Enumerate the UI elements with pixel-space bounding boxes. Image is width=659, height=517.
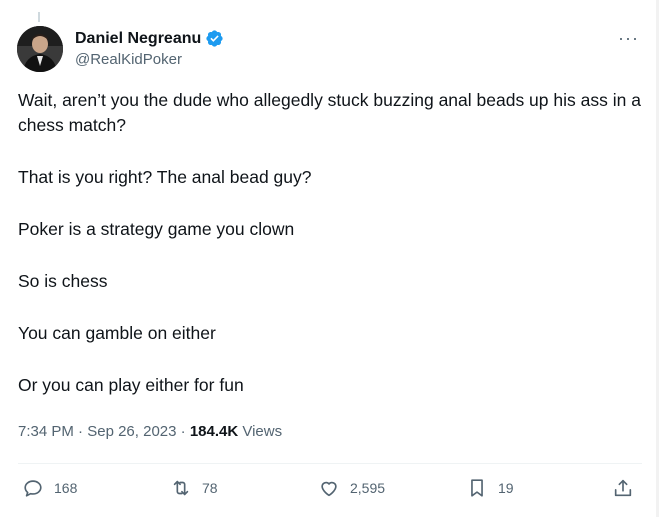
- tweet-paragraph: Wait, aren’t you the dude who allegedly …: [18, 90, 641, 135]
- bookmark-count: 19: [498, 480, 514, 496]
- avatar[interactable]: [17, 26, 63, 72]
- views-count: 184.4K: [189, 423, 239, 440]
- more-options-icon[interactable]: ···: [618, 28, 639, 49]
- repost-button[interactable]: 78: [170, 476, 218, 500]
- like-count: 2,595: [350, 480, 386, 496]
- avatar-image: [17, 26, 63, 72]
- tweet-paragraph: That is you right? The anal bead guy?: [18, 167, 312, 187]
- tweet-paragraph: Poker is a strategy game you clown: [18, 219, 295, 239]
- meta-separator: ·: [180, 423, 186, 440]
- reply-button[interactable]: 168: [22, 476, 77, 500]
- tweet-paragraph: So is chess: [18, 271, 108, 291]
- bookmark-button[interactable]: 19: [466, 476, 514, 500]
- heart-icon: [321, 481, 337, 497]
- views-label: Views: [242, 423, 283, 440]
- verified-badge-icon: [205, 29, 224, 48]
- like-button[interactable]: 2,595: [318, 476, 385, 500]
- tweet-paragraph: Or you can play either for fun: [18, 375, 244, 395]
- reply-count: 168: [54, 480, 78, 496]
- meta-separator: ·: [78, 423, 84, 440]
- tweet-time[interactable]: 7:34 PM: [18, 423, 74, 440]
- author-handle[interactable]: @RealKidPoker: [75, 51, 182, 68]
- repost-count: 78: [202, 480, 218, 496]
- tweet-text: Wait, aren’t you the dude who allegedly …: [18, 88, 643, 425]
- repost-icon: [173, 480, 189, 496]
- share-button[interactable]: [612, 476, 634, 500]
- tweet-metadata: 7:34 PM · Sep 26, 2023 · 184.4K Views: [18, 423, 282, 440]
- bookmark-icon: [471, 479, 483, 497]
- share-icon: [614, 479, 632, 497]
- tweet-date[interactable]: Sep 26, 2023: [87, 423, 176, 440]
- author-name-row: Daniel Negreanu: [75, 29, 224, 48]
- tweet-paragraph: You can gamble on either: [18, 323, 216, 343]
- thread-connector-line: [38, 12, 40, 22]
- reply-icon: [24, 480, 42, 497]
- author-display-name[interactable]: Daniel Negreanu: [75, 30, 201, 48]
- divider: [18, 463, 642, 464]
